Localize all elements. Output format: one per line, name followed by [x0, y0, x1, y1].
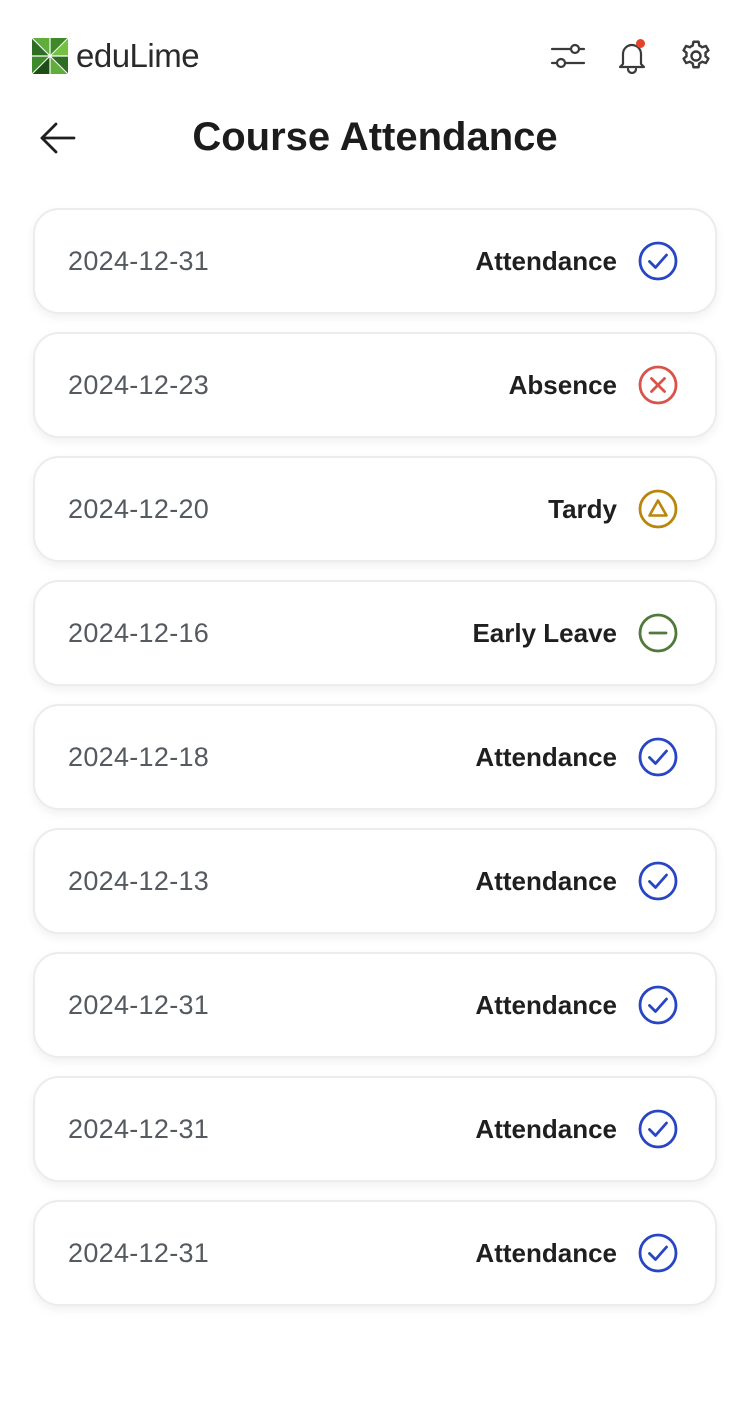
settings-button[interactable] [676, 36, 716, 76]
attendance-status: Attendance [475, 1237, 617, 1268]
attendance-row[interactable]: 2024-12-31 Attendance [33, 1076, 717, 1182]
attendance-date: 2024-12-18 [68, 741, 210, 772]
page-title: Course Attendance [192, 115, 558, 159]
attendance-list: 2024-12-31 Attendance 2024-12-23 Absence 202… [33, 208, 717, 1324]
filter-button[interactable] [548, 36, 588, 76]
attendance-row[interactable]: 2024-12-31 Attendance [33, 1200, 717, 1306]
toolbar-icons [548, 36, 716, 76]
app-name: eduLime [76, 37, 200, 74]
check-circle-icon [638, 241, 678, 281]
attendance-status: Attendance [475, 989, 617, 1020]
top-bar: eduLime [0, 0, 750, 110]
attendance-status: Attendance [475, 1113, 617, 1144]
attendance-status: Attendance [475, 741, 617, 772]
attendance-status: Attendance [475, 245, 617, 276]
attendance-date: 2024-12-20 [68, 493, 210, 524]
minus-circle-icon [638, 613, 678, 653]
check-circle-icon [638, 1233, 678, 1273]
check-circle-icon [638, 1109, 678, 1149]
notification-dot [636, 39, 645, 48]
attendance-date: 2024-12-16 [68, 617, 210, 648]
attendance-row[interactable]: 2024-12-18 Attendance [33, 704, 717, 810]
attendance-row[interactable]: 2024-12-16 Early Leave [33, 580, 717, 686]
attendance-row[interactable]: 2024-12-31 Attendance [33, 208, 717, 314]
gear-icon [682, 40, 710, 69]
triangle-circle-icon [638, 489, 678, 529]
attendance-status: Attendance [475, 865, 617, 896]
attendance-row[interactable]: 2024-12-31 Attendance [33, 952, 717, 1058]
check-circle-icon [638, 985, 678, 1025]
attendance-date: 2024-12-31 [68, 245, 210, 276]
attendance-date: 2024-12-31 [68, 1237, 210, 1268]
attendance-date: 2024-12-31 [68, 989, 210, 1020]
attendance-row[interactable]: 2024-12-23 Absence [33, 332, 717, 438]
attendance-row[interactable]: 2024-12-13 Attendance [33, 828, 717, 934]
check-circle-icon [638, 737, 678, 777]
attendance-date: 2024-12-23 [68, 369, 210, 400]
filter-sliders-icon [550, 43, 586, 69]
attendance-date: 2024-12-31 [68, 1113, 210, 1144]
app-logo[interactable]: eduLime [32, 37, 200, 75]
edulime-logo-icon [32, 38, 68, 74]
attendance-status: Early Leave [472, 617, 617, 648]
attendance-status: Absence [508, 369, 617, 400]
notifications-button[interactable] [612, 36, 652, 76]
attendance-date: 2024-12-13 [68, 865, 210, 896]
page-header: Course Attendance [0, 110, 750, 164]
check-circle-icon [638, 861, 678, 901]
attendance-status: Tardy [548, 493, 617, 524]
x-circle-icon [638, 365, 678, 405]
attendance-row[interactable]: 2024-12-20 Tardy [33, 456, 717, 562]
